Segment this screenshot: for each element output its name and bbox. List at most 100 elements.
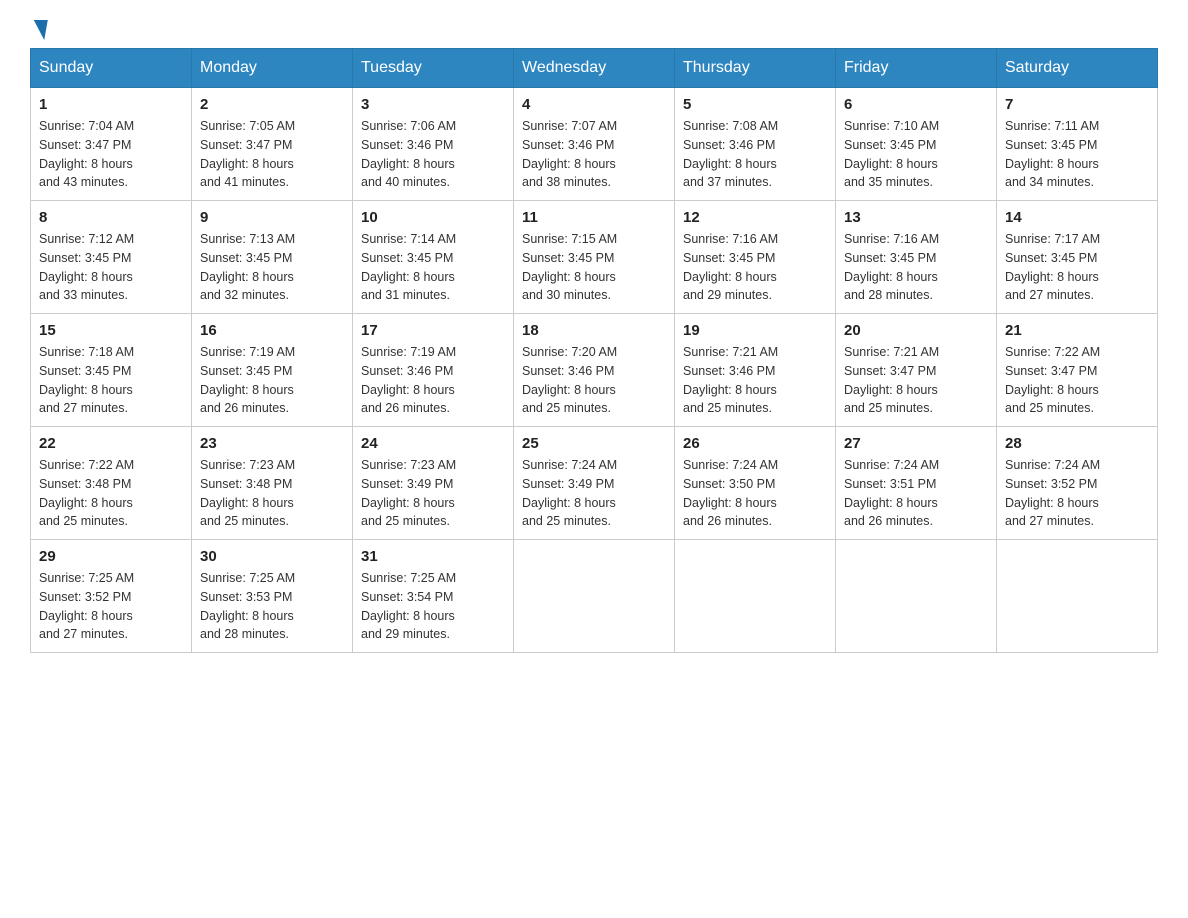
week-row-1: 1 Sunrise: 7:04 AM Sunset: 3:47 PM Dayli… [31, 88, 1158, 201]
calendar-cell: 10 Sunrise: 7:14 AM Sunset: 3:45 PM Dayl… [353, 201, 514, 314]
day-info: Sunrise: 7:21 AM Sunset: 3:46 PM Dayligh… [683, 343, 827, 418]
calendar-cell: 20 Sunrise: 7:21 AM Sunset: 3:47 PM Dayl… [836, 314, 997, 427]
day-info: Sunrise: 7:23 AM Sunset: 3:49 PM Dayligh… [361, 456, 505, 531]
day-number: 30 [200, 548, 344, 565]
day-info: Sunrise: 7:25 AM Sunset: 3:53 PM Dayligh… [200, 569, 344, 644]
calendar-cell: 5 Sunrise: 7:08 AM Sunset: 3:46 PM Dayli… [675, 88, 836, 201]
day-info: Sunrise: 7:22 AM Sunset: 3:47 PM Dayligh… [1005, 343, 1149, 418]
week-row-5: 29 Sunrise: 7:25 AM Sunset: 3:52 PM Dayl… [31, 540, 1158, 653]
calendar-cell: 9 Sunrise: 7:13 AM Sunset: 3:45 PM Dayli… [192, 201, 353, 314]
day-info: Sunrise: 7:19 AM Sunset: 3:45 PM Dayligh… [200, 343, 344, 418]
day-info: Sunrise: 7:15 AM Sunset: 3:45 PM Dayligh… [522, 230, 666, 305]
day-info: Sunrise: 7:13 AM Sunset: 3:45 PM Dayligh… [200, 230, 344, 305]
day-info: Sunrise: 7:24 AM Sunset: 3:52 PM Dayligh… [1005, 456, 1149, 531]
day-info: Sunrise: 7:05 AM Sunset: 3:47 PM Dayligh… [200, 117, 344, 192]
day-info: Sunrise: 7:16 AM Sunset: 3:45 PM Dayligh… [844, 230, 988, 305]
calendar-cell: 13 Sunrise: 7:16 AM Sunset: 3:45 PM Dayl… [836, 201, 997, 314]
calendar-cell: 1 Sunrise: 7:04 AM Sunset: 3:47 PM Dayli… [31, 88, 192, 201]
day-number: 22 [39, 435, 183, 452]
day-number: 12 [683, 209, 827, 226]
day-number: 23 [200, 435, 344, 452]
day-info: Sunrise: 7:06 AM Sunset: 3:46 PM Dayligh… [361, 117, 505, 192]
day-info: Sunrise: 7:22 AM Sunset: 3:48 PM Dayligh… [39, 456, 183, 531]
calendar-cell: 12 Sunrise: 7:16 AM Sunset: 3:45 PM Dayl… [675, 201, 836, 314]
weekday-header-monday: Monday [192, 49, 353, 88]
day-number: 16 [200, 322, 344, 339]
day-number: 9 [200, 209, 344, 226]
day-info: Sunrise: 7:16 AM Sunset: 3:45 PM Dayligh… [683, 230, 827, 305]
weekday-header-friday: Friday [836, 49, 997, 88]
week-row-2: 8 Sunrise: 7:12 AM Sunset: 3:45 PM Dayli… [31, 201, 1158, 314]
day-info: Sunrise: 7:07 AM Sunset: 3:46 PM Dayligh… [522, 117, 666, 192]
calendar-cell: 7 Sunrise: 7:11 AM Sunset: 3:45 PM Dayli… [997, 88, 1158, 201]
day-info: Sunrise: 7:21 AM Sunset: 3:47 PM Dayligh… [844, 343, 988, 418]
day-number: 3 [361, 96, 505, 113]
calendar-cell: 27 Sunrise: 7:24 AM Sunset: 3:51 PM Dayl… [836, 427, 997, 540]
day-number: 19 [683, 322, 827, 339]
calendar-cell: 31 Sunrise: 7:25 AM Sunset: 3:54 PM Dayl… [353, 540, 514, 653]
weekday-header-sunday: Sunday [31, 49, 192, 88]
calendar-cell: 30 Sunrise: 7:25 AM Sunset: 3:53 PM Dayl… [192, 540, 353, 653]
day-number: 5 [683, 96, 827, 113]
calendar-cell: 18 Sunrise: 7:20 AM Sunset: 3:46 PM Dayl… [514, 314, 675, 427]
day-info: Sunrise: 7:24 AM Sunset: 3:51 PM Dayligh… [844, 456, 988, 531]
day-number: 18 [522, 322, 666, 339]
calendar-cell: 14 Sunrise: 7:17 AM Sunset: 3:45 PM Dayl… [997, 201, 1158, 314]
day-number: 2 [200, 96, 344, 113]
calendar-cell: 6 Sunrise: 7:10 AM Sunset: 3:45 PM Dayli… [836, 88, 997, 201]
calendar-cell: 24 Sunrise: 7:23 AM Sunset: 3:49 PM Dayl… [353, 427, 514, 540]
calendar-cell: 19 Sunrise: 7:21 AM Sunset: 3:46 PM Dayl… [675, 314, 836, 427]
calendar-cell: 29 Sunrise: 7:25 AM Sunset: 3:52 PM Dayl… [31, 540, 192, 653]
day-number: 8 [39, 209, 183, 226]
day-info: Sunrise: 7:14 AM Sunset: 3:45 PM Dayligh… [361, 230, 505, 305]
day-info: Sunrise: 7:04 AM Sunset: 3:47 PM Dayligh… [39, 117, 183, 192]
calendar-cell: 11 Sunrise: 7:15 AM Sunset: 3:45 PM Dayl… [514, 201, 675, 314]
calendar-table: SundayMondayTuesdayWednesdayThursdayFrid… [30, 48, 1158, 653]
day-number: 20 [844, 322, 988, 339]
day-info: Sunrise: 7:17 AM Sunset: 3:45 PM Dayligh… [1005, 230, 1149, 305]
day-info: Sunrise: 7:23 AM Sunset: 3:48 PM Dayligh… [200, 456, 344, 531]
weekday-header-wednesday: Wednesday [514, 49, 675, 88]
page-header [30, 20, 1158, 38]
calendar-cell [514, 540, 675, 653]
day-info: Sunrise: 7:25 AM Sunset: 3:52 PM Dayligh… [39, 569, 183, 644]
weekday-header-tuesday: Tuesday [353, 49, 514, 88]
day-info: Sunrise: 7:19 AM Sunset: 3:46 PM Dayligh… [361, 343, 505, 418]
calendar-cell: 8 Sunrise: 7:12 AM Sunset: 3:45 PM Dayli… [31, 201, 192, 314]
day-number: 21 [1005, 322, 1149, 339]
calendar-cell: 21 Sunrise: 7:22 AM Sunset: 3:47 PM Dayl… [997, 314, 1158, 427]
day-info: Sunrise: 7:10 AM Sunset: 3:45 PM Dayligh… [844, 117, 988, 192]
day-info: Sunrise: 7:24 AM Sunset: 3:50 PM Dayligh… [683, 456, 827, 531]
week-row-3: 15 Sunrise: 7:18 AM Sunset: 3:45 PM Dayl… [31, 314, 1158, 427]
day-number: 11 [522, 209, 666, 226]
calendar-cell: 17 Sunrise: 7:19 AM Sunset: 3:46 PM Dayl… [353, 314, 514, 427]
calendar-cell: 26 Sunrise: 7:24 AM Sunset: 3:50 PM Dayl… [675, 427, 836, 540]
day-number: 27 [844, 435, 988, 452]
day-number: 14 [1005, 209, 1149, 226]
day-info: Sunrise: 7:08 AM Sunset: 3:46 PM Dayligh… [683, 117, 827, 192]
calendar-cell: 2 Sunrise: 7:05 AM Sunset: 3:47 PM Dayli… [192, 88, 353, 201]
day-number: 10 [361, 209, 505, 226]
calendar-cell: 4 Sunrise: 7:07 AM Sunset: 3:46 PM Dayli… [514, 88, 675, 201]
day-info: Sunrise: 7:18 AM Sunset: 3:45 PM Dayligh… [39, 343, 183, 418]
day-number: 1 [39, 96, 183, 113]
day-info: Sunrise: 7:25 AM Sunset: 3:54 PM Dayligh… [361, 569, 505, 644]
day-number: 26 [683, 435, 827, 452]
day-number: 31 [361, 548, 505, 565]
calendar-cell: 15 Sunrise: 7:18 AM Sunset: 3:45 PM Dayl… [31, 314, 192, 427]
calendar-cell: 28 Sunrise: 7:24 AM Sunset: 3:52 PM Dayl… [997, 427, 1158, 540]
logo [30, 20, 48, 38]
day-number: 6 [844, 96, 988, 113]
day-number: 4 [522, 96, 666, 113]
calendar-cell [997, 540, 1158, 653]
day-number: 29 [39, 548, 183, 565]
calendar-cell: 23 Sunrise: 7:23 AM Sunset: 3:48 PM Dayl… [192, 427, 353, 540]
day-number: 25 [522, 435, 666, 452]
week-row-4: 22 Sunrise: 7:22 AM Sunset: 3:48 PM Dayl… [31, 427, 1158, 540]
day-info: Sunrise: 7:11 AM Sunset: 3:45 PM Dayligh… [1005, 117, 1149, 192]
calendar-cell: 3 Sunrise: 7:06 AM Sunset: 3:46 PM Dayli… [353, 88, 514, 201]
day-number: 7 [1005, 96, 1149, 113]
calendar-cell [675, 540, 836, 653]
day-info: Sunrise: 7:12 AM Sunset: 3:45 PM Dayligh… [39, 230, 183, 305]
day-number: 13 [844, 209, 988, 226]
